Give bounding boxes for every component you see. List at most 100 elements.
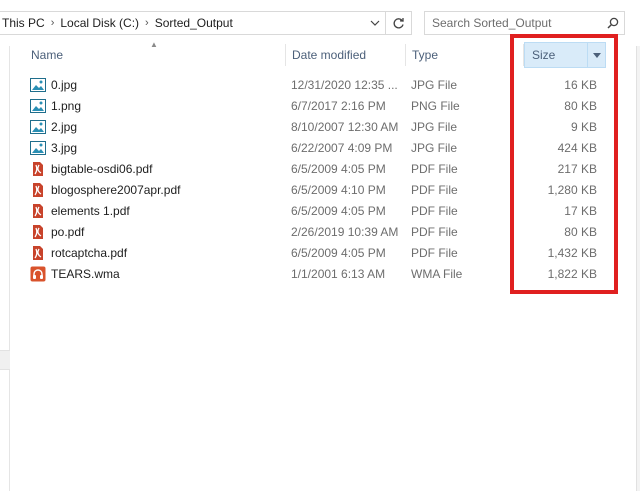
file-size: 1,432 KB [547, 245, 597, 260]
file-type: PDF File [411, 161, 458, 176]
file-size: 16 KB [564, 77, 597, 92]
file-name-cell: 0.jpg [30, 74, 77, 95]
navigation-pane[interactable] [0, 46, 10, 491]
pdf-file-icon [33, 161, 43, 176]
file-row[interactable]: 0.jpg 12/31/2020 12:35 ... JPG File 16 K… [24, 74, 614, 95]
pdf-file-icon [33, 203, 43, 218]
chevron-down-icon [370, 20, 380, 26]
file-row[interactable]: po.pdf 2/26/2019 10:39 AM PDF File 80 KB [24, 221, 614, 242]
column-header-type[interactable]: Type [405, 42, 523, 68]
image-file-icon [30, 119, 46, 134]
breadcrumb: This PC › Local Disk (C:) › Sorted_Outpu… [0, 16, 365, 30]
file-name: 0.jpg [51, 77, 78, 92]
column-header-name-label: Name [31, 48, 64, 62]
file-date: 2/26/2019 10:39 AM [291, 224, 399, 239]
file-type: PDF File [411, 245, 458, 260]
column-header-date-modified[interactable]: Date modified [285, 42, 405, 68]
file-name: blogosphere2007apr.pdf [51, 182, 181, 197]
file-date: 6/5/2009 4:05 PM [291, 161, 386, 176]
breadcrumb-this-pc[interactable]: This PC [2, 16, 45, 30]
file-name: 2.jpg [51, 119, 78, 134]
search-icon [607, 17, 619, 29]
column-headers: ▲ Name Date modified Type Size [24, 40, 614, 68]
image-file-icon [30, 140, 46, 155]
image-file-icon [30, 77, 46, 92]
file-name-cell: TEARS.wma [30, 263, 120, 284]
column-header-size[interactable]: Size [524, 42, 606, 68]
breadcrumb-sorted-output[interactable]: Sorted_Output [155, 16, 233, 30]
refresh-button[interactable] [386, 11, 412, 35]
file-size: 1,280 KB [547, 182, 597, 197]
file-size: 80 KB [564, 98, 597, 113]
search-button[interactable] [602, 12, 624, 34]
file-row[interactable]: 3.jpg 6/22/2007 4:09 PM JPG File 424 KB [24, 137, 614, 158]
file-name-cell: elements 1.pdf [30, 200, 130, 221]
file-type: JPG File [411, 119, 458, 134]
file-date: 6/5/2009 4:05 PM [291, 245, 386, 260]
column-header-type-label: Type [412, 48, 439, 62]
breadcrumb-local-disk[interactable]: Local Disk (C:) [60, 16, 139, 30]
file-name: po.pdf [51, 224, 85, 239]
file-name: rotcaptcha.pdf [51, 245, 128, 260]
file-row[interactable]: rotcaptcha.pdf 6/5/2009 4:05 PM PDF File… [24, 242, 614, 263]
breadcrumb-separator[interactable]: › [145, 17, 149, 29]
file-size: 17 KB [564, 203, 597, 218]
navigation-pane-selected-item[interactable] [0, 350, 10, 370]
file-date: 6/5/2009 4:10 PM [291, 182, 386, 197]
file-list: 0.jpg 12/31/2020 12:35 ... JPG File 16 K… [24, 74, 614, 284]
file-type: PNG File [411, 98, 460, 113]
file-name-cell: blogosphere2007apr.pdf [30, 179, 180, 200]
refresh-icon [393, 17, 404, 28]
file-type: WMA File [411, 266, 463, 281]
file-size: 217 KB [557, 161, 597, 176]
pdf-file-icon [33, 224, 43, 239]
audio-file-icon [30, 266, 46, 281]
file-date: 6/22/2007 4:09 PM [291, 140, 393, 155]
file-name-cell: 2.jpg [30, 116, 77, 137]
file-row[interactable]: 1.png 6/7/2017 2:16 PM PNG File 80 KB [24, 95, 614, 116]
image-file-icon [30, 98, 46, 113]
file-name-cell: 3.jpg [30, 137, 77, 158]
search-input[interactable] [432, 16, 602, 30]
column-header-date-label: Date modified [292, 48, 367, 62]
file-type: JPG File [411, 77, 458, 92]
file-name-cell: 1.png [30, 95, 81, 116]
file-date: 8/10/2007 12:30 AM [291, 119, 399, 134]
file-name: 1.png [51, 98, 82, 113]
breadcrumb-separator[interactable]: › [51, 17, 55, 29]
file-date: 1/1/2001 6:13 AM [291, 266, 386, 281]
address-bar[interactable]: This PC › Local Disk (C:) › Sorted_Outpu… [0, 11, 386, 35]
file-row[interactable]: 2.jpg 8/10/2007 12:30 AM JPG File 9 KB [24, 116, 614, 137]
dropdown-arrow-icon [592, 52, 601, 58]
file-type: PDF File [411, 224, 458, 239]
column-header-name[interactable]: Name [24, 42, 285, 68]
file-size: 1,822 KB [547, 266, 597, 281]
file-name: TEARS.wma [51, 266, 120, 281]
file-name-cell: bigtable-osdi06.pdf [30, 158, 152, 179]
search-box[interactable] [424, 11, 625, 35]
file-type: JPG File [411, 140, 458, 155]
pdf-file-icon [33, 182, 43, 197]
file-size: 9 KB [570, 119, 597, 134]
vertical-scrollbar[interactable] [636, 46, 640, 491]
file-name-cell: rotcaptcha.pdf [30, 242, 127, 263]
file-name: 3.jpg [51, 140, 78, 155]
file-row[interactable]: blogosphere2007apr.pdf 6/5/2009 4:10 PM … [24, 179, 614, 200]
file-type: PDF File [411, 182, 458, 197]
address-history-button[interactable] [365, 12, 385, 34]
file-date: 6/5/2009 4:05 PM [291, 203, 386, 218]
file-type: PDF File [411, 203, 458, 218]
address-toolbar: This PC › Local Disk (C:) › Sorted_Outpu… [0, 0, 640, 46]
file-row[interactable]: elements 1.pdf 6/5/2009 4:05 PM PDF File… [24, 200, 614, 221]
file-date: 6/7/2017 2:16 PM [291, 98, 386, 113]
pdf-file-icon [33, 245, 43, 260]
file-name: elements 1.pdf [51, 203, 130, 218]
file-name: bigtable-osdi06.pdf [51, 161, 153, 176]
file-name-cell: po.pdf [30, 221, 84, 242]
file-size: 80 KB [564, 224, 597, 239]
file-row[interactable]: TEARS.wma 1/1/2001 6:13 AM WMA File 1,82… [24, 263, 614, 284]
file-row[interactable]: bigtable-osdi06.pdf 6/5/2009 4:05 PM PDF… [24, 158, 614, 179]
column-header-size-label: Size [532, 48, 556, 62]
file-date: 12/31/2020 12:35 ... [291, 77, 398, 92]
column-filter-button[interactable] [587, 43, 605, 67]
